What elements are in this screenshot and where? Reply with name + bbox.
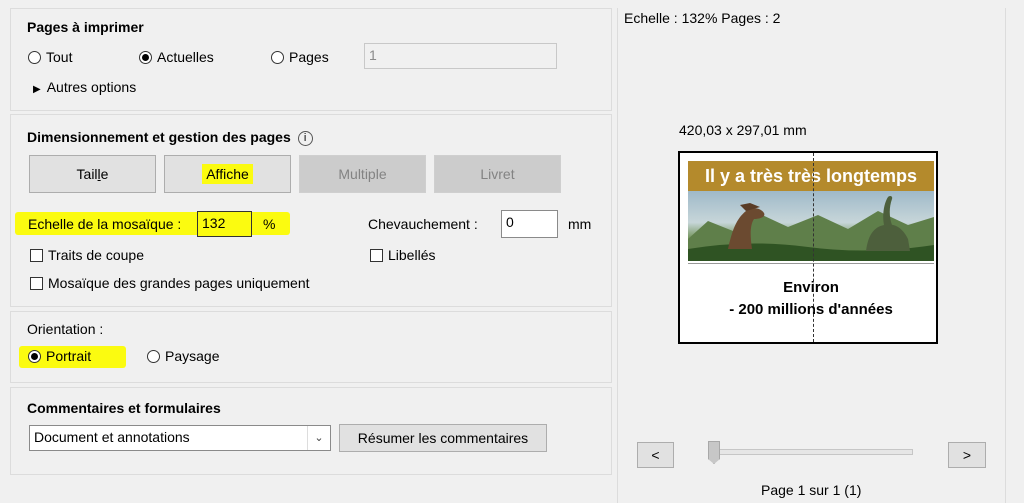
radio-landscape-label[interactable]: Paysage xyxy=(165,348,219,364)
tile-scale-value: 132 xyxy=(202,215,226,231)
more-options-toggle[interactable]: ▶ Autres options xyxy=(33,79,136,95)
percent-unit: % xyxy=(263,216,276,232)
preview-pane: Echelle : 132% Pages : 2 420,03 x 297,01… xyxy=(617,8,1006,503)
page-preview: Il y a très très longtemps Environ - 200… xyxy=(678,151,938,344)
orientation-group: Orientation : Portrait Paysage xyxy=(10,311,612,383)
page-slider-thumb[interactable] xyxy=(708,441,720,464)
radio-all-label[interactable]: Tout xyxy=(46,49,72,65)
radio-portrait[interactable] xyxy=(28,350,41,363)
tile-scale-input[interactable]: 132 xyxy=(197,211,252,237)
radio-pages-label[interactable]: Pages xyxy=(289,49,329,65)
comments-select[interactable]: Document et annotations ⌄ xyxy=(29,425,331,451)
large-pages-only-checkbox[interactable] xyxy=(30,277,43,290)
size-button-label-a: Tail xyxy=(76,166,98,182)
comments-select-value: Document et annotations xyxy=(34,429,190,445)
dinosaur-image xyxy=(688,191,934,261)
sizing-title-text: Dimensionnement et gestion des pages xyxy=(27,129,291,145)
more-options-label: Autres options xyxy=(46,79,137,95)
cut-marks-label[interactable]: Traits de coupe xyxy=(48,247,144,263)
radio-pages[interactable] xyxy=(271,51,284,64)
pages-to-print-group: Pages à imprimer Tout Actuelles Pages 1 … xyxy=(10,8,612,111)
preview-text-line1: Environ xyxy=(783,279,839,296)
radio-portrait-label[interactable]: Portrait xyxy=(46,348,91,364)
prev-page-button[interactable]: < xyxy=(637,442,674,468)
triangle-right-icon: ▶ xyxy=(33,84,41,95)
comments-group-title: Commentaires et formulaires xyxy=(27,400,221,416)
sizing-group: Dimensionnement et gestion des pages i T… xyxy=(10,114,612,307)
preview-dimensions: 420,03 x 297,01 mm xyxy=(679,122,807,138)
tile-scale-label: Echelle de la mosaïque : xyxy=(28,216,182,232)
preview-scale-info: Echelle : 132% Pages : 2 xyxy=(624,10,781,26)
labels-label[interactable]: Libellés xyxy=(388,247,435,263)
pages-group-title: Pages à imprimer xyxy=(27,19,144,35)
radio-landscape[interactable] xyxy=(147,350,160,363)
labels-checkbox[interactable] xyxy=(370,249,383,262)
poster-button-label: Affiche xyxy=(202,164,253,184)
size-button[interactable]: Tail l e xyxy=(29,155,156,193)
preview-bottom-rule xyxy=(688,263,934,264)
overlap-input[interactable]: 0 xyxy=(501,210,558,238)
radio-current[interactable] xyxy=(139,51,152,64)
preview-banner-text: Il y a très très longtemps xyxy=(704,166,918,186)
pages-range-input[interactable]: 1 xyxy=(364,43,557,69)
booklet-button[interactable]: Livret xyxy=(434,155,561,193)
info-icon[interactable]: i xyxy=(297,130,313,146)
overlap-label: Chevauchement : xyxy=(368,216,478,232)
sizing-group-title: Dimensionnement et gestion des pages i xyxy=(27,129,313,146)
radio-all[interactable] xyxy=(28,51,41,64)
comments-group: Commentaires et formulaires Document et … xyxy=(10,387,612,475)
summarize-comments-button[interactable]: Résumer les commentaires xyxy=(339,424,547,452)
size-button-label-c: e xyxy=(100,166,109,182)
dinosaur-illustration xyxy=(688,195,934,261)
chevron-down-icon[interactable]: ⌄ xyxy=(307,426,330,450)
tile-split-line xyxy=(813,153,814,342)
large-pages-only-label[interactable]: Mosaïque des grandes pages uniquement xyxy=(48,275,310,291)
orientation-title: Orientation : xyxy=(27,321,104,337)
cut-marks-checkbox[interactable] xyxy=(30,249,43,262)
page-slider-track[interactable] xyxy=(708,449,913,455)
page-info: Page 1 sur 1 (1) xyxy=(761,482,862,498)
poster-button[interactable]: Affiche xyxy=(164,155,291,193)
overlap-unit: mm xyxy=(568,216,592,232)
radio-current-label[interactable]: Actuelles xyxy=(157,49,214,65)
multiple-button[interactable]: Multiple xyxy=(299,155,426,193)
preview-banner: Il y a très très longtemps xyxy=(688,161,934,191)
preview-text-line2: - 200 millions d'années xyxy=(729,301,893,318)
next-page-button[interactable]: > xyxy=(948,442,986,468)
